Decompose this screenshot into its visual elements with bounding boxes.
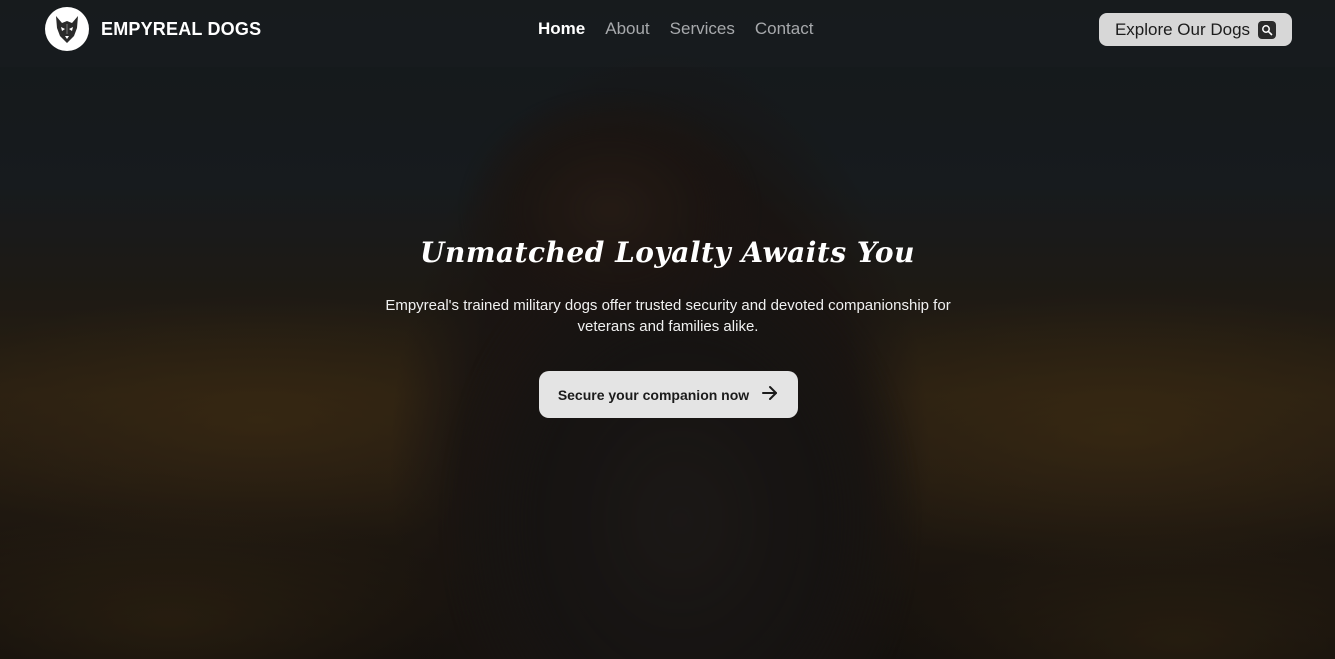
brand-name: EMPYREAL DOGS (101, 18, 262, 39)
hero-subtitle: Empyreal's trained military dogs offer t… (385, 297, 951, 335)
main-nav: Home About Services Contact (538, 19, 813, 39)
brand-link[interactable]: EMPYREAL DOGS (45, 7, 261, 51)
secure-companion-button[interactable]: Secure your companion now (539, 371, 798, 418)
nav-item-about[interactable]: About (605, 19, 649, 39)
search-icon (1258, 20, 1277, 39)
nav-item-services[interactable]: Services (670, 19, 735, 39)
arrow-right-icon (761, 385, 779, 404)
secure-companion-label: Secure your companion now (557, 386, 750, 403)
nav-item-contact[interactable]: Contact (755, 19, 814, 39)
wolf-logo-icon (45, 7, 89, 51)
navbar: EMPYREAL DOGS Home About Services Contac… (0, 0, 1335, 67)
explore-dogs-button[interactable]: Explore Our Dogs (1099, 13, 1292, 46)
hero-title: Unmatched Loyalty Awaits You (420, 236, 915, 269)
nav-item-home[interactable]: Home (538, 19, 585, 39)
explore-dogs-label: Explore Our Dogs (1114, 19, 1251, 39)
